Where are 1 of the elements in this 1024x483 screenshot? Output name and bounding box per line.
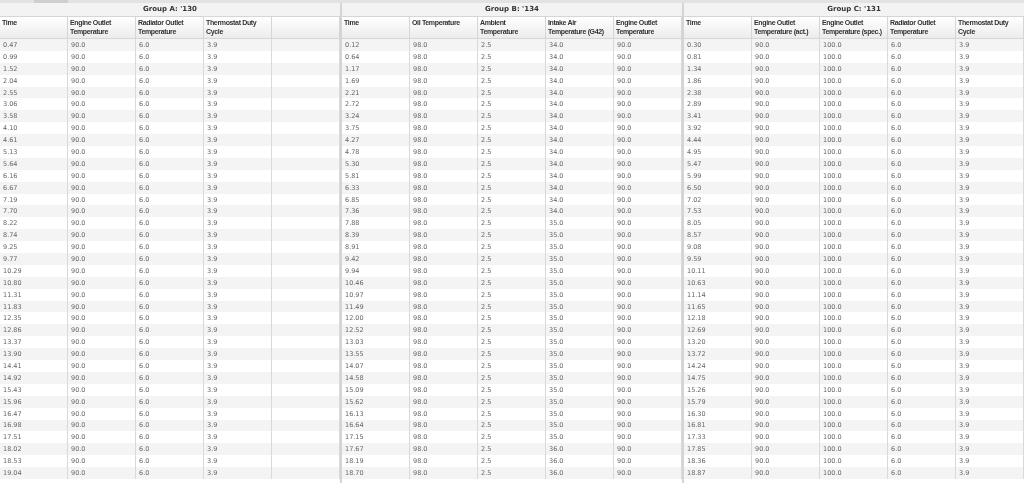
tab-strip[interactable] [34,0,68,3]
